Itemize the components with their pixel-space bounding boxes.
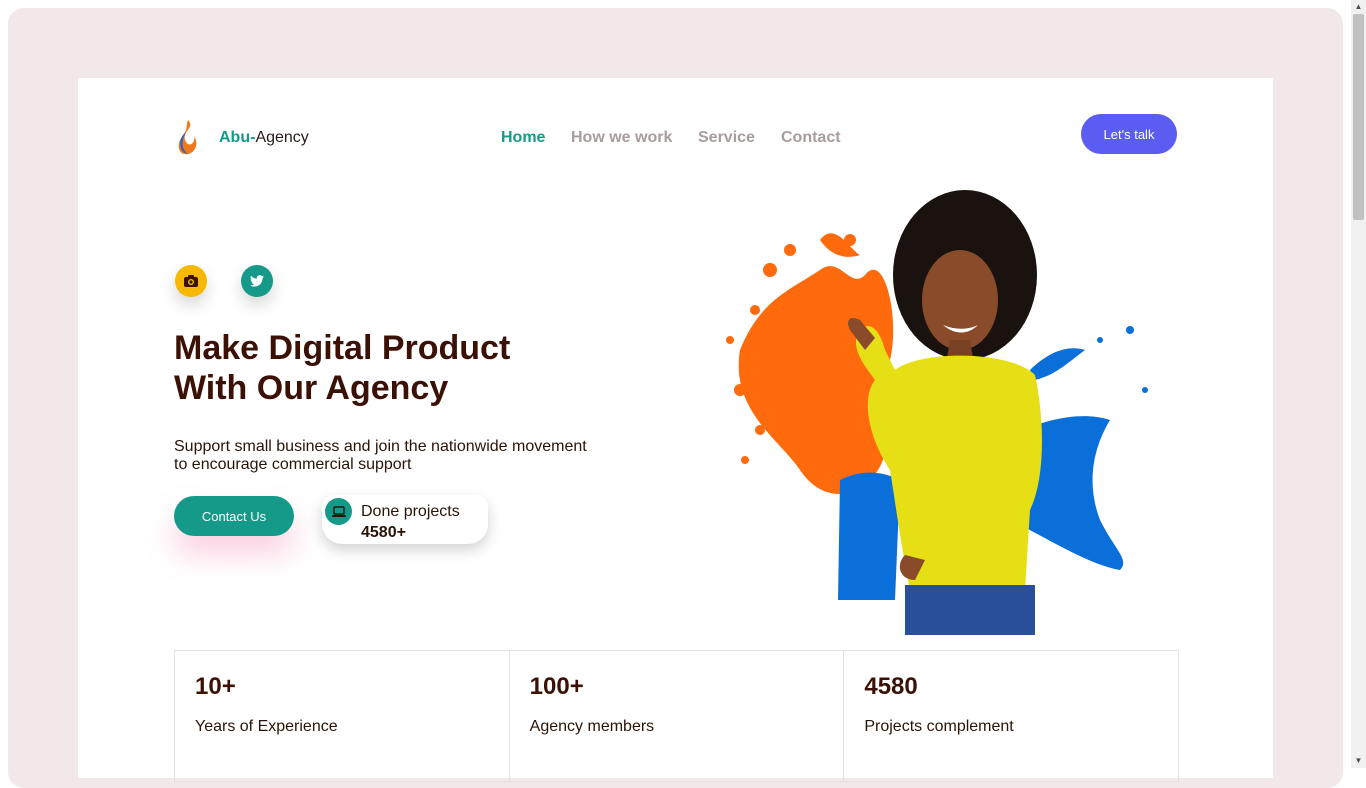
nav-contact[interactable]: Contact — [781, 129, 841, 147]
brand-part1: Abu- — [219, 129, 256, 146]
stat-label: Projects complement — [864, 718, 1014, 735]
brand-name[interactable]: Abu-Agency — [219, 129, 309, 147]
stat-label: Years of Experience — [195, 718, 338, 735]
done-projects-value: 4580+ — [361, 524, 406, 541]
scroll-up-arrow-icon[interactable]: ▲ — [1351, 0, 1366, 14]
hero-subtitle-line1: Support small business and join the nati… — [174, 438, 587, 455]
hero-woman-image — [726, 190, 1148, 635]
scroll-down-arrow-icon[interactable]: ▼ — [1351, 754, 1366, 768]
page-scrollbar[interactable]: ▲ ▼ — [1351, 0, 1366, 768]
laptop-icon — [331, 505, 346, 517]
stat-value: 10+ — [195, 673, 236, 700]
stat-value: 4580 — [864, 673, 918, 700]
hero-subtitle: Support small business and join the nati… — [174, 438, 604, 474]
camera-icon — [184, 275, 198, 287]
done-projects-label: Done projects — [361, 503, 460, 520]
stat-label: Agency members — [529, 718, 655, 735]
nav-home[interactable]: Home — [501, 129, 545, 147]
logo-icon[interactable] — [176, 118, 200, 156]
stat-members: 100+ Agency members — [510, 651, 845, 781]
lets-talk-button[interactable]: Let's talk — [1081, 114, 1177, 154]
done-projects-card: Done projects 4580+ — [322, 495, 488, 544]
nav-how-we-work[interactable]: How we work — [571, 129, 672, 147]
stat-experience: 10+ Years of Experience — [175, 651, 510, 781]
scroll-thumb[interactable] — [1353, 14, 1364, 220]
stat-value: 100+ — [529, 673, 584, 700]
hero-subtitle-line2: to encourage commercial support — [174, 456, 412, 473]
stat-projects: 4580 Projects complement — [844, 651, 1178, 781]
brand-part2: Agency — [255, 129, 309, 146]
hero-title: Make Digital Product With Our Agency — [174, 328, 674, 408]
twitter-icon — [250, 275, 264, 287]
laptop-icon-badge — [325, 498, 352, 525]
contact-us-button[interactable]: Contact Us — [174, 496, 294, 536]
hero-title-line2: With Our Agency — [174, 369, 449, 407]
twitter-social-button[interactable] — [241, 265, 273, 297]
nav-service[interactable]: Service — [698, 129, 755, 147]
stats-bar: 10+ Years of Experience 100+ Agency memb… — [174, 650, 1179, 782]
hero-title-line1: Make Digital Product — [174, 329, 511, 367]
camera-social-button[interactable] — [175, 265, 207, 297]
